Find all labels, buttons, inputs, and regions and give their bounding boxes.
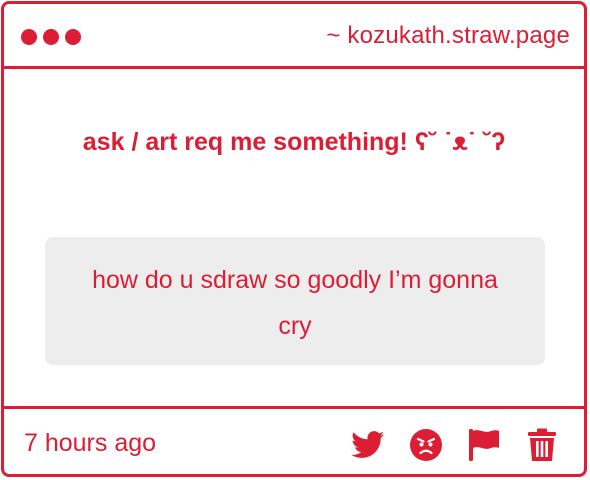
- flag-icon: [469, 429, 499, 461]
- ask-card: ~ kozukath.straw.page ask / art req me s…: [1, 1, 587, 477]
- delete-button[interactable]: [524, 427, 560, 463]
- twitter-icon: [351, 431, 385, 458]
- timestamp: 7 hours ago: [24, 429, 157, 457]
- question-text: how do u sdraw so goodly I’m gonna cry: [92, 266, 498, 340]
- window-dots: [21, 29, 81, 45]
- trash-icon: [528, 428, 556, 461]
- question-bubble: how do u sdraw so goodly I’m gonna cry: [45, 237, 545, 365]
- prompt-heading: ask / art req me something! ʕ˘ ˙ᴥ˙ ˘ʔ: [82, 128, 506, 156]
- action-bar: [350, 427, 560, 463]
- twitter-share-button[interactable]: [350, 427, 386, 463]
- report-button[interactable]: [466, 427, 502, 463]
- window-dot: [65, 29, 81, 45]
- site-link[interactable]: ~ kozukath.straw.page: [326, 22, 570, 50]
- react-button[interactable]: [408, 427, 444, 463]
- card-footer: 7 hours ago: [4, 406, 584, 477]
- window-dot: [21, 29, 37, 45]
- angry-face-icon: [410, 429, 442, 461]
- title-bar: ~ kozukath.straw.page: [4, 4, 584, 69]
- window-dot: [43, 29, 59, 45]
